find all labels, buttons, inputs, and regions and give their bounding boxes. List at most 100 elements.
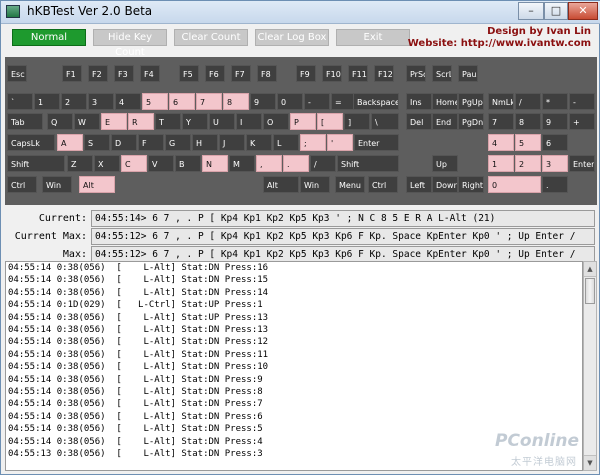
key-menu: Menu [335, 176, 365, 193]
key-lbracket: [ [317, 113, 343, 130]
key-up: Up [432, 155, 458, 172]
maximize-button[interactable]: □ [544, 2, 568, 20]
key-4: 4 [115, 93, 141, 110]
key-s: S [84, 134, 110, 151]
key-f5: F5 [179, 65, 199, 82]
key-asterisk: * [542, 93, 568, 110]
watermark-text: 太平洋电脑网 [511, 457, 577, 468]
clear-log-box-button[interactable]: Clear Log Box [255, 29, 329, 46]
key-6: 6 [542, 134, 568, 151]
log-line: 04:55:14 0:38(056) [ L-Alt] Stat:DN Pres… [8, 411, 263, 422]
key-k: K [246, 134, 272, 151]
log-line: 04:55:14 0:38(056) [ L-Alt] Stat:DN Pres… [8, 374, 263, 385]
log-line: 04:55:14 0:38(056) [ L-Alt] Stat:DN Pres… [8, 325, 269, 336]
key-r: R [128, 113, 154, 130]
key-f6: F6 [205, 65, 225, 82]
key-end: End [432, 113, 458, 130]
key-f8: F8 [257, 65, 277, 82]
key-ctrl: Ctrl [368, 176, 398, 193]
key-2: 2 [61, 93, 87, 110]
key-o: O [263, 113, 289, 130]
key-ins: Ins [406, 93, 432, 110]
key-f2: F2 [88, 65, 108, 82]
key-b: B [175, 155, 201, 172]
key-enter: Enter [569, 155, 595, 172]
hide-key-count-button[interactable]: Hide Key Count [93, 29, 167, 58]
key-h: H [192, 134, 218, 151]
key-backtick: ` [7, 93, 33, 110]
key-7: 7 [488, 113, 514, 130]
key-8: 8 [223, 93, 249, 110]
key-v: V [148, 155, 174, 172]
key-5: 5 [142, 93, 168, 110]
key-7: 7 [196, 93, 222, 110]
key-f10: F10 [322, 65, 342, 82]
watermark-logo: PConline [495, 431, 580, 451]
log-line: 04:55:14 0:38(056) [ L-Alt] Stat:DN Pres… [8, 337, 269, 348]
log-line: 04:55:14 0:38(056) [ L-Alt] Stat:DN Pres… [8, 387, 263, 398]
key-prscr: PrScr [406, 65, 426, 82]
designer-credit: Design by Ivan Lin [487, 26, 591, 37]
key-t: T [155, 113, 181, 130]
key-home: Home [432, 93, 458, 110]
key-0: 0 [277, 93, 303, 110]
log-line: 04:55:14 0:38(056) [ L-Alt] Stat:DN Pres… [8, 349, 269, 360]
key-enter: Enter [354, 134, 399, 151]
exit-button[interactable]: Exit [336, 29, 410, 46]
key-x: X [94, 155, 120, 172]
key-backslash: \ [371, 113, 399, 130]
key-9: 9 [250, 93, 276, 110]
log-scrollbar[interactable]: ▲ ▼ [583, 261, 597, 471]
key-f: F [138, 134, 164, 151]
title-bar: hKBTest Ver 2.0 Beta – □ ✕ [1, 1, 600, 24]
key-slash: / [310, 155, 336, 172]
key-8: 8 [515, 113, 541, 130]
log-line: 04:55:14 0:38(056) [ L-Alt] Stat:DN Pres… [8, 362, 269, 373]
key-nmlk: NmLk [488, 93, 514, 110]
key-slash: / [515, 93, 541, 110]
key-f12: F12 [374, 65, 394, 82]
key-5: 5 [515, 134, 541, 151]
key-capslk: CapsLk [7, 134, 55, 151]
key-rbracket: ] [344, 113, 370, 130]
close-button[interactable]: ✕ [568, 2, 598, 20]
key-4: 4 [488, 134, 514, 151]
key-pause: Pause [458, 65, 478, 82]
key-l: L [273, 134, 299, 151]
website-link[interactable]: Website: http://www.ivantw.com [408, 38, 591, 49]
key-shift: Shift [337, 155, 399, 172]
scroll-thumb[interactable] [585, 278, 595, 304]
scroll-down-arrow-icon[interactable]: ▼ [584, 455, 596, 470]
key-g: G [165, 134, 191, 151]
key-u: U [209, 113, 235, 130]
minimize-button[interactable]: – [518, 2, 544, 20]
max-label: Max: [62, 249, 87, 260]
key-3: 3 [88, 93, 114, 110]
current-max-field: 04:55:12> 6 7 , . P [ Kp4 Kp1 Kp2 Kp5 Kp… [91, 228, 595, 245]
scroll-up-arrow-icon[interactable]: ▲ [584, 262, 596, 277]
key-period: . [283, 155, 309, 172]
key-f1: F1 [62, 65, 82, 82]
key-del: Del [406, 113, 432, 130]
key-scrlk: ScrLk [432, 65, 452, 82]
key-ctrl: Ctrl [7, 176, 37, 193]
key-f4: F4 [140, 65, 160, 82]
key-3: 3 [542, 155, 568, 172]
key-f11: F11 [348, 65, 368, 82]
app-window: hKBTest Ver 2.0 Beta – □ ✕ Normal Hide K… [0, 0, 600, 475]
key-f3: F3 [114, 65, 134, 82]
key-minus: - [569, 93, 595, 110]
key-pgdn: PgDn [458, 113, 484, 130]
key-backspace: Backspace [353, 93, 399, 110]
app-icon [6, 5, 20, 18]
key-comma: , [256, 155, 282, 172]
key-right: Right [458, 176, 484, 193]
keyboard-panel: EscF1F2F3F4F5F6F7F8F9F10F11F12PrScrScrLk… [5, 57, 597, 205]
key-w: W [74, 113, 100, 130]
clear-count-button[interactable]: Clear Count [174, 29, 248, 46]
key-9: 9 [542, 113, 568, 130]
normal-button[interactable]: Normal [12, 29, 86, 46]
key-f9: F9 [296, 65, 316, 82]
current-field: 04:55:14> 6 7 , . P [ Kp4 Kp1 Kp2 Kp5 Kp… [91, 210, 595, 227]
key-i: I [236, 113, 262, 130]
